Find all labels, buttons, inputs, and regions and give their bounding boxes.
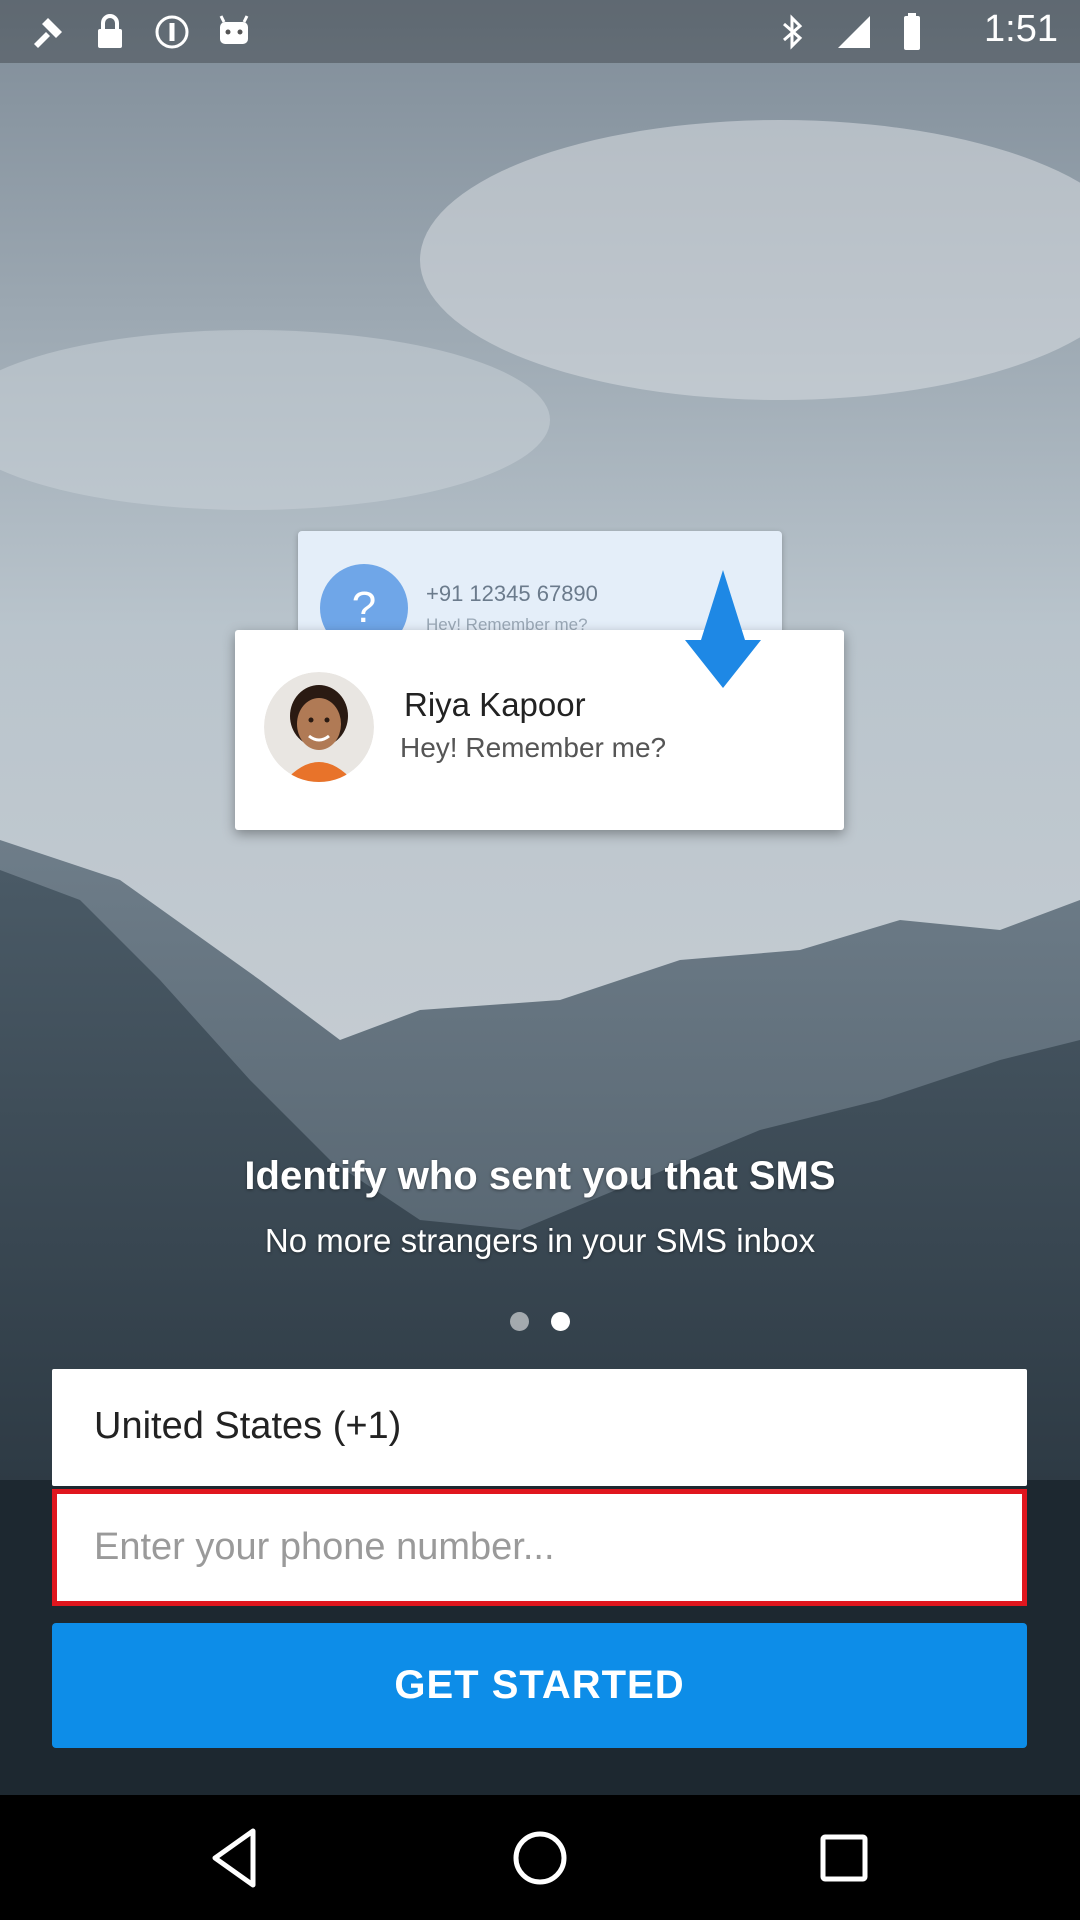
contact-avatar (264, 672, 374, 782)
battery-icon (904, 13, 920, 50)
android-icon (219, 15, 249, 44)
page-dot-2[interactable] (551, 1312, 570, 1331)
country-selector[interactable]: United States (+1) (52, 1369, 1027, 1486)
arrow-down-icon (685, 570, 761, 688)
navigation-bar (0, 1795, 1080, 1920)
country-label: United States (+1) (94, 1405, 402, 1447)
contact-name: Riya Kapoor (404, 686, 586, 723)
unknown-number: +91 12345 67890 (426, 581, 598, 606)
recents-icon[interactable] (799, 1813, 889, 1903)
get-started-button[interactable]: GET STARTED (52, 1623, 1027, 1748)
contact-message: Hey! Remember me? (400, 732, 667, 763)
home-icon[interactable] (495, 1813, 585, 1903)
lock-icon (98, 14, 122, 48)
bluetooth-icon (783, 14, 803, 50)
page-dot-1[interactable] (510, 1312, 529, 1331)
status-bar: 1:51 (0, 0, 1080, 63)
fake-gps-icon (34, 18, 62, 48)
page-indicator (0, 1312, 1080, 1336)
back-icon[interactable] (191, 1813, 281, 1903)
signal-icon (838, 16, 870, 48)
onboarding-subtitle: No more strangers in your SMS inbox (264, 1222, 816, 1259)
info-icon (155, 15, 189, 49)
onboarding-title: Identify who sent you that SMS (244, 1154, 836, 1198)
phone-number-input[interactable] (57, 1494, 1022, 1601)
status-time: 1:51 (984, 8, 1058, 50)
phone-field[interactable] (52, 1489, 1027, 1606)
